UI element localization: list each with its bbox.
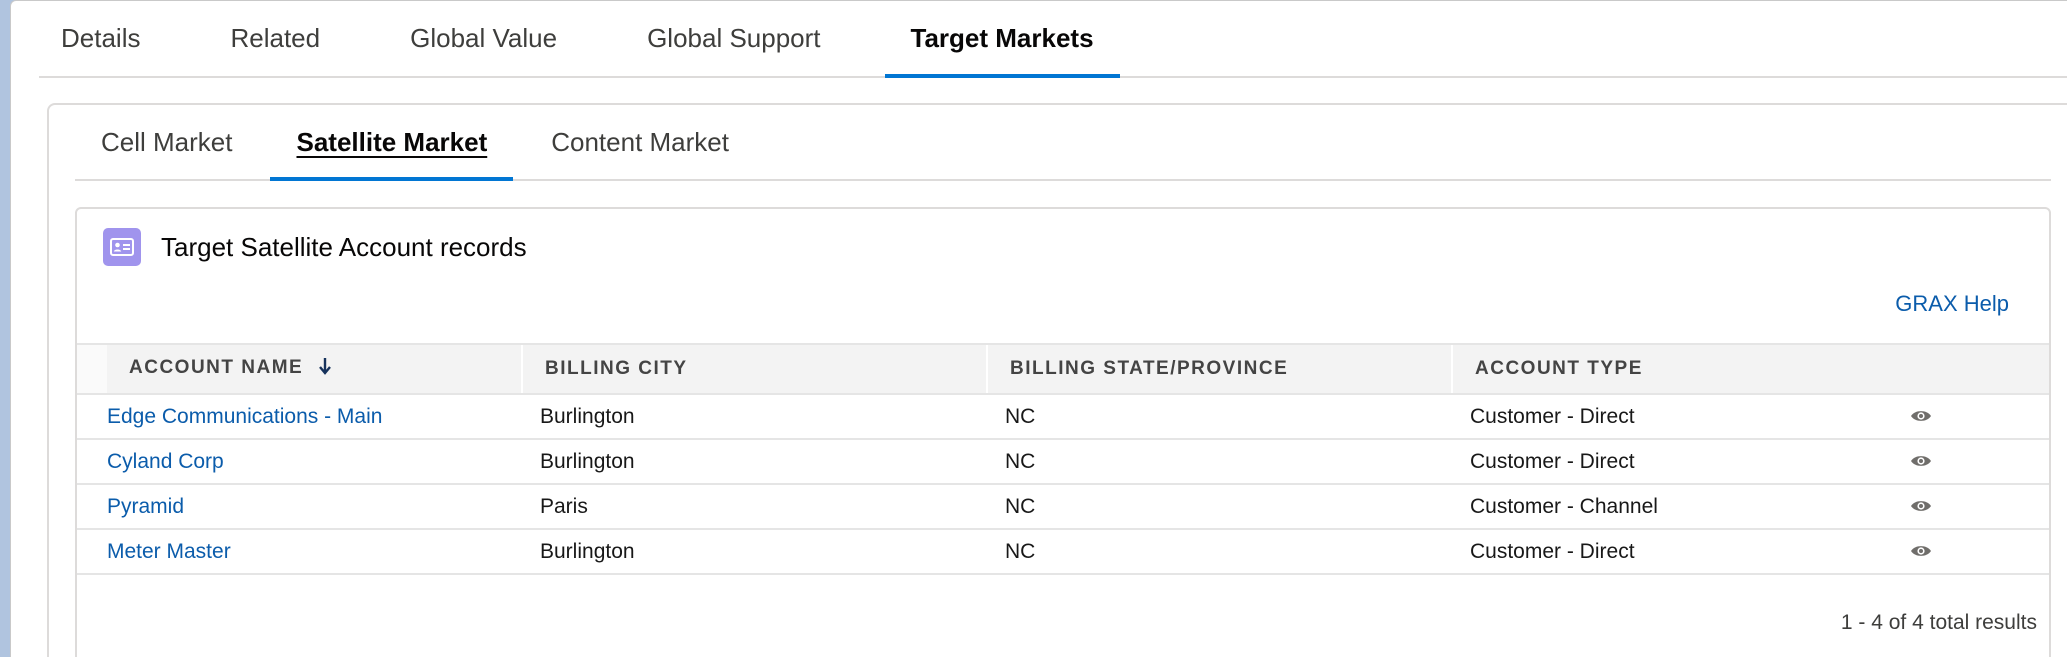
cell-actions (1892, 484, 2049, 530)
arrow-down-icon (318, 357, 332, 381)
column-header-actions (1892, 343, 2049, 395)
main-tab-bar: Details Related Global Value Global Supp… (39, 1, 2067, 78)
cell-account-name: Pyramid (107, 484, 522, 530)
column-header-account-name[interactable]: Account Name (107, 343, 522, 395)
sub-tab-bar: Cell Market Satellite Market Content Mar… (75, 105, 2051, 181)
tab-details[interactable]: Details (39, 1, 166, 76)
column-header-label: Account Name (129, 357, 304, 378)
tab-label: Related (230, 23, 321, 53)
target-markets-panel: Cell Market Satellite Market Content Mar… (47, 103, 2067, 657)
column-header-label: Account Type (1475, 358, 1643, 379)
column-header-label: Billing State/Province (1010, 358, 1289, 379)
cell-billing-city: Burlington (522, 394, 987, 440)
subtab-satellite-market[interactable]: Satellite Market (270, 105, 513, 181)
cell-account-type: Customer - Direct (1452, 439, 1892, 485)
subtab-label: Satellite Market (296, 126, 488, 157)
eye-icon[interactable] (1910, 409, 1932, 423)
tab-target-markets[interactable]: Target Markets (884, 1, 1120, 78)
tab-label: Details (61, 23, 141, 53)
cell-account-type: Customer - Direct (1452, 529, 1892, 575)
row-gutter (77, 529, 107, 575)
column-header-billing-city[interactable]: Billing City (521, 343, 987, 395)
row-gutter (77, 439, 107, 485)
table-row: Edge Communications - Main Burlington NC… (77, 394, 2049, 440)
header-gutter (77, 343, 107, 395)
related-list-title: Target Satellite Account records (161, 231, 527, 262)
table-header-row: Account Name Billing City Billing State/… (77, 343, 2049, 395)
cell-billing-state: NC (987, 439, 1452, 485)
row-gutter (77, 394, 107, 440)
cell-actions (1892, 439, 2049, 485)
table-row: Cyland Corp Burlington NC Customer - Dir… (77, 439, 2049, 485)
grax-help-link[interactable]: GRAX Help (1895, 291, 2009, 317)
cell-billing-state: NC (987, 529, 1452, 575)
column-header-account-type[interactable]: Account Type (1451, 343, 1892, 395)
cell-account-name: Cyland Corp (107, 439, 522, 485)
tab-global-support[interactable]: Global Support (621, 1, 846, 76)
related-list-header: Target Satellite Account records (103, 227, 527, 267)
account-name-link[interactable]: Pyramid (107, 495, 184, 518)
column-header-billing-state[interactable]: Billing State/Province (986, 343, 1452, 395)
subtab-content-market[interactable]: Content Market (525, 105, 755, 179)
eye-icon[interactable] (1910, 454, 1932, 468)
column-header-label: Billing City (545, 358, 688, 379)
subtab-cell-market[interactable]: Cell Market (75, 105, 258, 179)
cell-account-type: Customer - Direct (1452, 394, 1892, 440)
records-table: Account Name Billing City Billing State/… (77, 343, 2049, 575)
subtab-label: Content Market (551, 126, 729, 157)
eye-icon[interactable] (1910, 544, 1932, 558)
cell-billing-city: Paris (522, 484, 987, 530)
cell-billing-city: Burlington (522, 439, 987, 485)
tab-label: Global Value (410, 23, 558, 53)
cell-billing-state: NC (987, 394, 1452, 440)
related-list-card: Target Satellite Account records GRAX He… (75, 207, 2051, 657)
account-name-link[interactable]: Cyland Corp (107, 450, 224, 473)
tab-global-value[interactable]: Global Value (384, 1, 583, 76)
cell-actions (1892, 529, 2049, 575)
account-name-link[interactable]: Meter Master (107, 540, 231, 563)
cell-account-name: Edge Communications - Main (107, 394, 522, 440)
contact-card-icon (103, 228, 141, 266)
cell-billing-city: Burlington (522, 529, 987, 575)
tab-related[interactable]: Related (204, 1, 346, 76)
tab-label: Target Markets (910, 23, 1094, 53)
table-row: Pyramid Paris NC Customer - Channel (77, 484, 2049, 530)
cell-account-name: Meter Master (107, 529, 522, 575)
results-count: 1 - 4 of 4 total results (1840, 611, 2037, 634)
account-name-link[interactable]: Edge Communications - Main (107, 405, 382, 428)
cell-actions (1892, 394, 2049, 440)
subtab-label: Cell Market (101, 126, 233, 157)
tab-label: Global Support (647, 23, 821, 53)
record-page-card: Details Related Global Value Global Supp… (10, 0, 2067, 657)
cell-account-type: Customer - Channel (1452, 484, 1892, 530)
eye-icon[interactable] (1910, 499, 1932, 513)
table-row: Meter Master Burlington NC Customer - Di… (77, 529, 2049, 575)
row-gutter (77, 484, 107, 530)
cell-billing-state: NC (987, 484, 1452, 530)
